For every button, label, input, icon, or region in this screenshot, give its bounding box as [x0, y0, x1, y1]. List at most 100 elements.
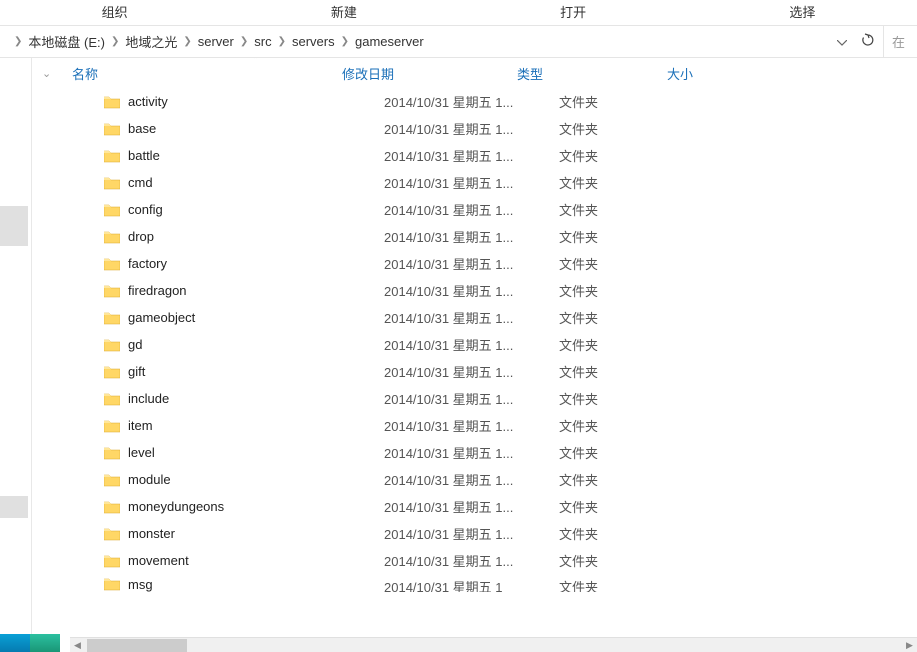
breadcrumb-item[interactable]: 本地磁盘 (E:): [24, 32, 109, 51]
file-list: activity2014/10/31 星期五 1...文件夹base2014/1…: [32, 88, 917, 652]
file-name: firedragon: [128, 283, 384, 298]
address-dropdown[interactable]: [831, 34, 853, 49]
file-date: 2014/10/31 星期五 1...: [384, 254, 559, 273]
folder-icon: [104, 230, 120, 244]
breadcrumb-item[interactable]: src: [250, 34, 275, 49]
file-name: gd: [128, 337, 384, 352]
file-name: cmd: [128, 175, 384, 190]
chevron-right-icon[interactable]: ❯: [109, 36, 121, 47]
file-row[interactable]: moneydungeons2014/10/31 星期五 1...文件夹: [32, 493, 917, 520]
folder-icon: [104, 577, 120, 591]
column-date[interactable]: 修改日期: [332, 58, 507, 88]
file-row[interactable]: config2014/10/31 星期五 1...文件夹: [32, 196, 917, 223]
scroll-left-icon[interactable]: ◀: [70, 638, 85, 652]
search-input[interactable]: 在: [883, 26, 913, 57]
file-row[interactable]: activity2014/10/31 星期五 1...文件夹: [32, 88, 917, 115]
file-row[interactable]: item2014/10/31 星期五 1...文件夹: [32, 412, 917, 439]
file-type: 文件夹: [559, 362, 709, 381]
file-type: 文件夹: [559, 577, 709, 592]
sort-indicator-icon: ⌃: [252, 58, 259, 64]
file-type: 文件夹: [559, 119, 709, 138]
file-date: 2014/10/31 星期五 1...: [384, 416, 559, 435]
file-row[interactable]: gd2014/10/31 星期五 1...文件夹: [32, 331, 917, 358]
file-date: 2014/10/31 星期五 1...: [384, 119, 559, 138]
file-row[interactable]: firedragon2014/10/31 星期五 1...文件夹: [32, 277, 917, 304]
folder-icon: [104, 176, 120, 190]
file-date: 2014/10/31 星期五 1...: [384, 281, 559, 300]
sidebar-scroll-thumb[interactable]: [0, 496, 28, 518]
toolbar-organize[interactable]: 组织: [0, 0, 229, 25]
file-date: 2014/10/31 星期五 1...: [384, 92, 559, 111]
file-type: 文件夹: [559, 92, 709, 111]
chevron-right-icon[interactable]: ❯: [238, 36, 250, 47]
chevron-right-icon[interactable]: ❯: [12, 36, 24, 47]
sidebar: [0, 58, 32, 652]
file-type: 文件夹: [559, 443, 709, 462]
file-name: include: [128, 391, 384, 406]
toolbar-new[interactable]: 新建: [229, 0, 458, 25]
file-name: gameobject: [128, 310, 384, 325]
breadcrumb-item[interactable]: gameserver: [351, 34, 428, 49]
folder-icon: [104, 500, 120, 514]
file-date: 2014/10/31 星期五 1...: [384, 146, 559, 165]
file-row[interactable]: monster2014/10/31 星期五 1...文件夹: [32, 520, 917, 547]
sidebar-scroll-thumb[interactable]: [0, 206, 28, 246]
breadcrumb-item[interactable]: server: [194, 34, 238, 49]
file-row[interactable]: drop2014/10/31 星期五 1...文件夹: [32, 223, 917, 250]
toolbar-open[interactable]: 打开: [459, 0, 688, 25]
horizontal-scrollbar[interactable]: ◀ ▶: [70, 637, 917, 652]
toolbar: 组织 新建 打开 选择: [0, 0, 917, 26]
file-type: 文件夹: [559, 227, 709, 246]
breadcrumb-item[interactable]: servers: [288, 34, 339, 49]
refresh-button[interactable]: [853, 33, 883, 50]
breadcrumb-item[interactable]: 地域之光: [121, 32, 181, 51]
file-row[interactable]: battle2014/10/31 星期五 1...文件夹: [32, 142, 917, 169]
file-row[interactable]: movement2014/10/31 星期五 1...文件夹: [32, 547, 917, 574]
file-name: base: [128, 121, 384, 136]
toolbar-select[interactable]: 选择: [688, 0, 917, 25]
file-name: factory: [128, 256, 384, 271]
chevron-right-icon[interactable]: ❯: [339, 36, 351, 47]
address-bar: ❯ 本地磁盘 (E:) ❯ 地域之光 ❯ server ❯ src ❯ serv…: [0, 26, 917, 58]
file-row[interactable]: cmd2014/10/31 星期五 1...文件夹: [32, 169, 917, 196]
scroll-right-icon[interactable]: ▶: [902, 638, 917, 652]
file-name: drop: [128, 229, 384, 244]
file-date: 2014/10/31 星期五 1...: [384, 362, 559, 381]
folder-icon: [104, 284, 120, 298]
file-date: 2014/10/31 星期五 1...: [384, 524, 559, 543]
chevron-right-icon[interactable]: ❯: [276, 36, 288, 47]
file-row[interactable]: level2014/10/31 星期五 1...文件夹: [32, 439, 917, 466]
folder-icon: [104, 419, 120, 433]
file-type: 文件夹: [559, 173, 709, 192]
file-date: 2014/10/31 星期五 1...: [384, 227, 559, 246]
refresh-icon: [861, 33, 875, 47]
file-row[interactable]: gameobject2014/10/31 星期五 1...文件夹: [32, 304, 917, 331]
file-name: item: [128, 418, 384, 433]
file-name: level: [128, 445, 384, 460]
file-type: 文件夹: [559, 308, 709, 327]
file-name: module: [128, 472, 384, 487]
taskbar-fragment: [0, 634, 60, 652]
file-type: 文件夹: [559, 200, 709, 219]
file-row[interactable]: base2014/10/31 星期五 1...文件夹: [32, 115, 917, 142]
column-name-label: 名称: [72, 64, 98, 83]
content-area: ⌄ 名称 ⌃ 修改日期 类型 大小 activity2014/10/31 星期五…: [32, 58, 917, 652]
file-type: 文件夹: [559, 281, 709, 300]
column-name[interactable]: ⌄ 名称 ⌃: [32, 58, 332, 88]
folder-icon: [104, 527, 120, 541]
columns-header: ⌄ 名称 ⌃ 修改日期 类型 大小: [32, 58, 917, 88]
file-name: battle: [128, 148, 384, 163]
file-row[interactable]: msg2014/10/31 星期五 1文件夹: [32, 574, 917, 592]
column-size[interactable]: 大小: [657, 58, 757, 88]
column-type[interactable]: 类型: [507, 58, 657, 88]
file-row[interactable]: factory2014/10/31 星期五 1...文件夹: [32, 250, 917, 277]
chevron-right-icon[interactable]: ❯: [181, 36, 193, 47]
file-type: 文件夹: [559, 335, 709, 354]
file-type: 文件夹: [559, 254, 709, 273]
scroll-thumb[interactable]: [87, 639, 187, 652]
file-row[interactable]: module2014/10/31 星期五 1...文件夹: [32, 466, 917, 493]
file-name: movement: [128, 553, 384, 568]
file-row[interactable]: gift2014/10/31 星期五 1...文件夹: [32, 358, 917, 385]
file-row[interactable]: include2014/10/31 星期五 1...文件夹: [32, 385, 917, 412]
file-date: 2014/10/31 星期五 1...: [384, 200, 559, 219]
